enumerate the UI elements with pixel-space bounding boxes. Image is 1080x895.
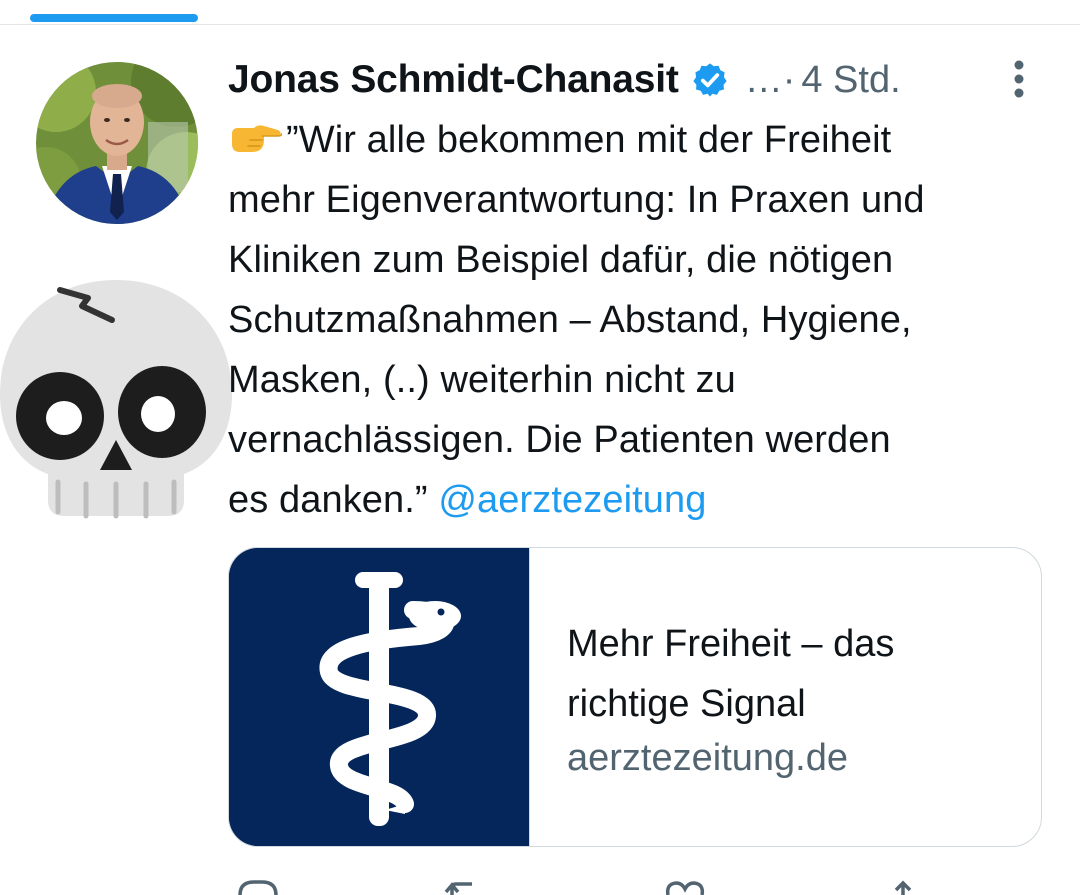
reply-icon[interactable] — [234, 878, 280, 895]
tweet-text: ”Wir alle bekommen mit der Freiheit mehr… — [228, 110, 1068, 530]
tweet-text-line7-prefix: es danken.” — [228, 479, 439, 521]
card-image-staff-of-asclepius-icon — [229, 548, 530, 846]
mention-link[interactable]: @aerztezeitung — [438, 479, 706, 521]
active-tab-indicator — [30, 14, 198, 22]
card-title-line2: richtige Signal — [567, 683, 806, 725]
card-domain: aerztezeitung.de — [567, 737, 848, 779]
card-title: Mehr Freiheit – das richtige Signal — [567, 614, 1027, 734]
retweet-icon[interactable] — [442, 878, 488, 895]
card-title-line1: Mehr Freiheit – das — [567, 623, 895, 665]
tweet-timestamp[interactable]: 4 Std. — [801, 59, 900, 102]
author-avatar[interactable] — [36, 62, 198, 224]
skull-emoji-icon — [0, 276, 232, 522]
tweet-text-line4: Schutzmaßnahmen – Abstand, Hygiene, — [228, 299, 912, 341]
more-options-icon[interactable] — [1008, 58, 1030, 100]
tweet-text-line2: mehr Eigenverantwortung: In Praxen und — [228, 179, 925, 221]
tweet-text-line: ”Wir alle bekommen mit der Freiheit — [228, 110, 1068, 170]
tweet-text-line6: vernachlässigen. Die Patienten werden — [228, 419, 891, 461]
tweet-text-line7: es danken.” @aerztezeitung — [228, 470, 1068, 530]
pointing-right-hand-icon — [228, 114, 283, 152]
card-text: Mehr Freiheit – das richtige Signal aerz… — [567, 614, 1027, 782]
top-divider — [0, 24, 1080, 25]
author-name[interactable]: Jonas Schmidt-Chanasit — [228, 58, 679, 102]
share-icon[interactable] — [888, 878, 918, 895]
tweet-text-line3: Kliniken zum Beispiel dafür, die nötigen — [228, 239, 894, 281]
tweet-header: Jonas Schmidt-Chanasit …· 4 Std. — [228, 54, 1048, 106]
tweet-text-line1: ”Wir alle bekommen mit der Freiheit — [286, 119, 892, 161]
author-handle-truncated[interactable]: …· — [745, 59, 796, 102]
link-preview-card[interactable]: Mehr Freiheit – das richtige Signal aerz… — [228, 547, 1042, 847]
like-icon[interactable] — [662, 878, 708, 895]
tweet-action-bar — [228, 878, 1028, 895]
tweet-text-line5: Masken, (..) weiterhin nicht zu — [228, 359, 736, 401]
verified-badge-icon — [691, 61, 729, 99]
